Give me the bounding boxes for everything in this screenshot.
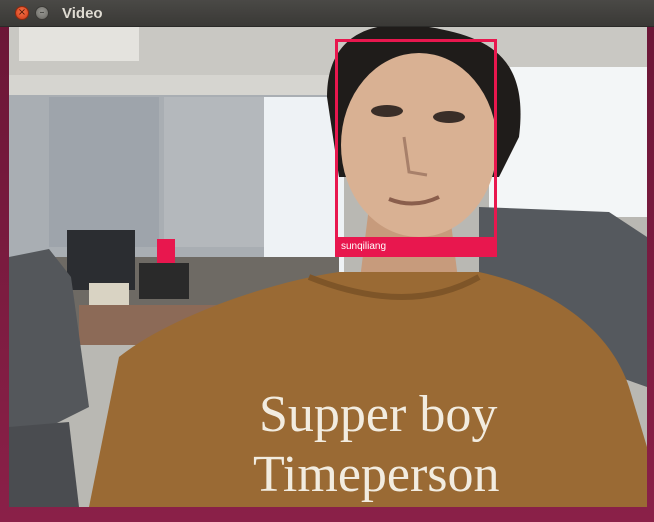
shirt-print-line1: Supper boy (259, 386, 498, 443)
blind-panel-mid (164, 97, 264, 247)
chair-base (9, 422, 79, 507)
shirt-print-line2: Timeperson (253, 446, 500, 503)
red-object (157, 239, 175, 263)
video-frame: sunqiliang Supper boy Timeperson (9, 27, 647, 507)
minimize-icon: – (39, 7, 45, 18)
ceiling-beam (9, 75, 339, 95)
window-titlebar[interactable]: × – Video (0, 0, 654, 27)
desk-papers (89, 283, 129, 305)
face-detection-box (335, 39, 497, 240)
minimize-button[interactable]: – (35, 6, 49, 20)
window-title: Video (62, 5, 103, 22)
face-detection-label: sunqiliang (335, 237, 497, 257)
monitor (67, 230, 135, 290)
close-icon: × (17, 7, 27, 18)
ceiling-light (19, 27, 139, 61)
desk-box (139, 263, 189, 299)
blind-panel-left (49, 97, 159, 247)
video-window: × – Video sunqiliang Supper boy Timepers… (0, 0, 654, 522)
close-button[interactable]: × (15, 6, 29, 20)
